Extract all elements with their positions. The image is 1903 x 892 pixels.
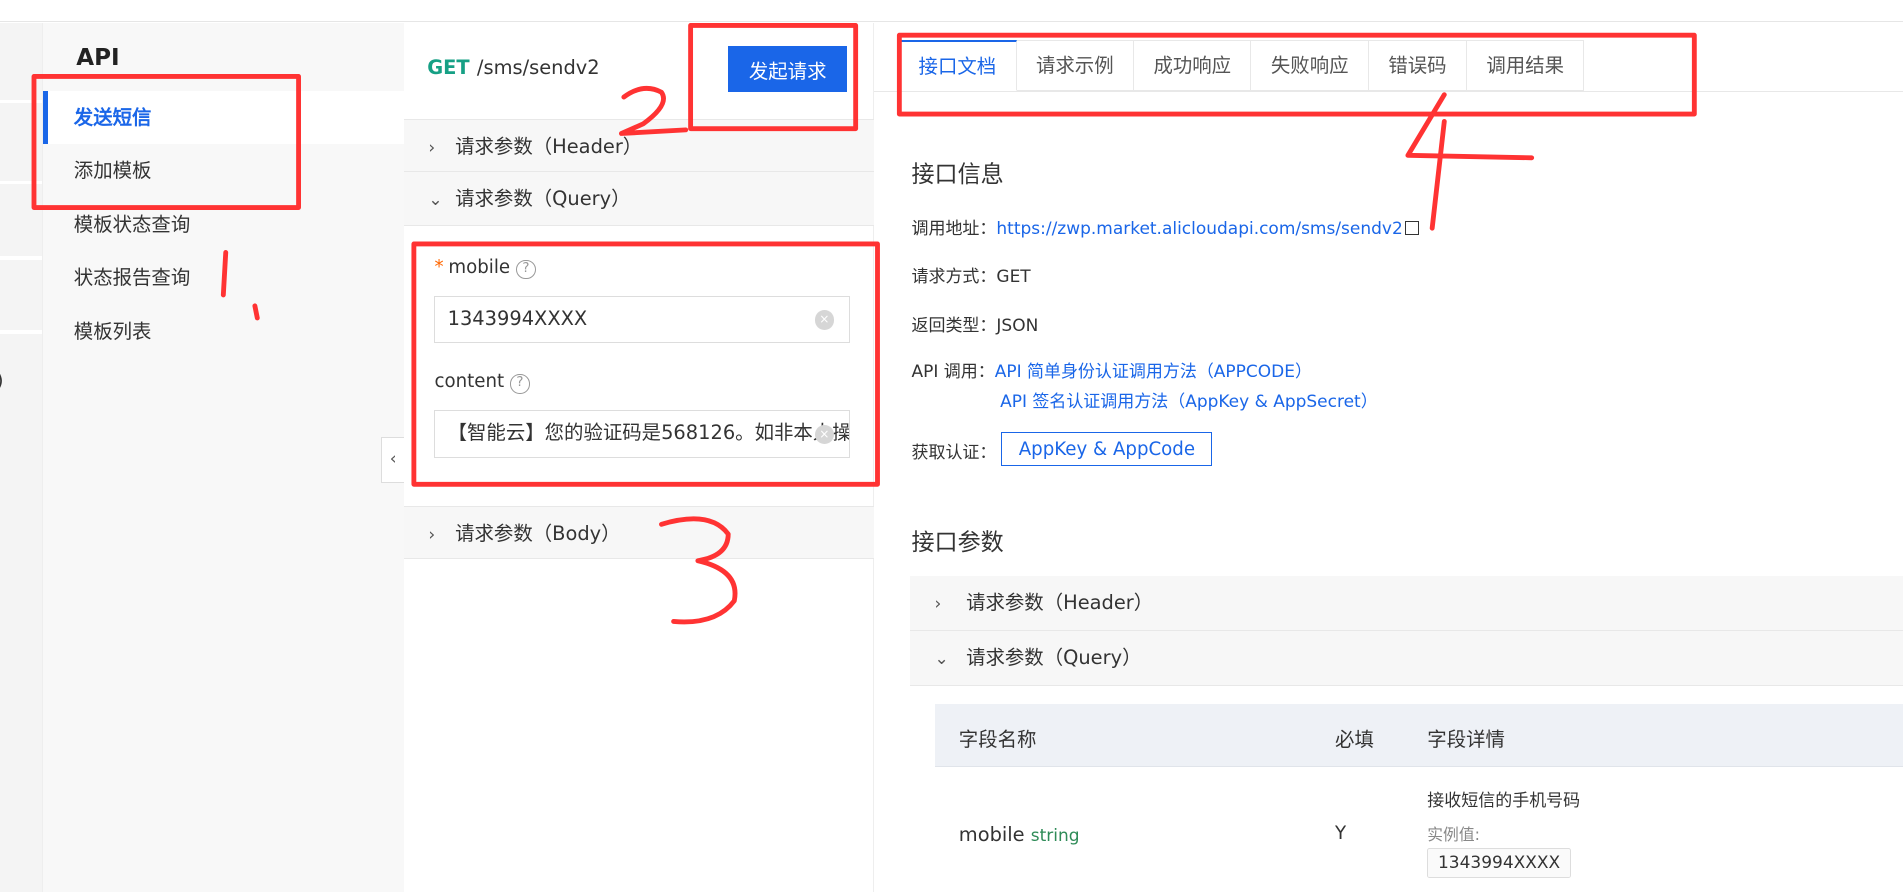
auth-label: 获取认证： xyxy=(911,438,996,463)
url-row: 调用地址：https://zwp.market.alicloudapi.com/… xyxy=(911,214,1418,239)
clear-icon[interactable]: × xyxy=(815,425,834,444)
tab-error-codes[interactable]: 错误码 xyxy=(1369,40,1467,91)
section-label: 请求参数（Query） xyxy=(966,646,1141,669)
row-label: 请求方式： xyxy=(911,267,996,287)
left-nav-strip: ) xyxy=(0,23,42,892)
col-header: 字段详情 xyxy=(1427,723,1505,752)
query-params-section[interactable]: ⌄请求参数（Query） xyxy=(404,172,874,225)
tab-call-result[interactable]: 调用结果 xyxy=(1467,40,1584,91)
chevron-right-icon: › xyxy=(935,577,967,632)
section-label: 请求参数（Body） xyxy=(455,522,620,545)
chevron-down-icon: ⌄ xyxy=(428,174,455,227)
chevron-down-icon: ⌄ xyxy=(935,632,967,687)
row-label: 返回类型： xyxy=(911,316,996,336)
appcode-auth-link[interactable]: API 简单身份认证调用方法（APPCODE） xyxy=(995,362,1312,382)
tab-success-response[interactable]: 成功响应 xyxy=(1134,40,1251,91)
field-name: mobile xyxy=(959,823,1025,846)
top-bar xyxy=(0,0,1903,22)
appkey-appcode-button[interactable]: AppKey & AppCode xyxy=(1001,432,1212,466)
content-input[interactable]: 【智能云】您的验证码是568126。如非本人操作，请忽略本短信× xyxy=(434,410,849,457)
sidebar-item-send-sms[interactable]: 发送短信 xyxy=(43,91,405,144)
sidebar-item-template-list[interactable]: 模板列表 xyxy=(43,305,405,358)
endpoint: GET/sms/sendv2 xyxy=(427,56,599,79)
mobile-input[interactable]: 1343994XXXX × xyxy=(434,296,849,343)
row-value: JSON xyxy=(996,316,1038,336)
table-row: mobile string Y 接收短信的手机号码 实例值: 1343994XX… xyxy=(935,767,1903,892)
tab-request-example[interactable]: 请求示例 xyxy=(1017,40,1134,91)
method-badge: GET xyxy=(427,56,469,79)
field-name: content xyxy=(434,371,504,392)
header-params-section[interactable]: ›请求参数（Header） xyxy=(404,119,874,172)
doc-tabs: 接口文档 请求示例 成功响应 失败响应 错误码 调用结果 xyxy=(898,40,1584,91)
doc-panel: 接口文档 请求示例 成功响应 失败响应 错误码 调用结果 接口信息 调用地址：h… xyxy=(874,23,1903,892)
tab-api-doc[interactable]: 接口文档 xyxy=(898,40,1016,91)
api-call-row: API 调用：API 简单身份认证调用方法（APPCODE） xyxy=(911,357,1311,382)
sidebar-item-template-status[interactable]: 模板状态查询 xyxy=(43,198,405,251)
field-type: string xyxy=(1031,826,1080,846)
help-icon[interactable]: ? xyxy=(510,374,529,393)
sidebar-title: API xyxy=(76,45,119,71)
api-url-link[interactable]: https://zwp.market.alicloudapi.com/sms/s… xyxy=(996,219,1402,239)
field-description: 接收短信的手机号码 xyxy=(1427,786,1580,811)
send-request-button[interactable]: 发起请求 xyxy=(728,46,847,92)
signature-auth-link[interactable]: API 签名认证调用方法（AppKey & AppSecret） xyxy=(1000,392,1378,412)
collapse-panel-button[interactable]: ‹ xyxy=(381,437,404,483)
clear-icon[interactable]: × xyxy=(815,310,834,329)
chevron-right-icon: › xyxy=(428,122,455,175)
endpoint-path: /sms/sendv2 xyxy=(477,56,600,79)
example-label: 实例值: xyxy=(1427,822,1480,845)
required-mark: * xyxy=(434,257,443,278)
row-value: GET xyxy=(996,267,1030,287)
api-call-row-2: API 签名认证调用方法（AppKey & AppSecret） xyxy=(1000,387,1378,412)
content-label: content? xyxy=(434,371,529,393)
field-cell: mobile string xyxy=(959,823,1080,846)
body-params-section[interactable]: ›请求参数（Body） xyxy=(404,506,874,559)
section-label: 请求参数（Query） xyxy=(455,187,630,210)
help-icon[interactable]: ? xyxy=(516,260,535,279)
example-value: 1343994XXXX xyxy=(1427,848,1571,877)
doc-header-section[interactable]: ›请求参数（Header） xyxy=(910,576,1903,631)
tab-failure-response[interactable]: 失败响应 xyxy=(1251,40,1368,91)
row-label: 调用地址： xyxy=(911,219,996,239)
params-heading: 接口参数 xyxy=(911,523,1003,557)
info-heading: 接口信息 xyxy=(911,155,1003,189)
col-header: 字段名称 xyxy=(959,723,1037,752)
col-header: 必填 xyxy=(1335,723,1374,752)
chevron-right-icon: › xyxy=(428,509,455,562)
params-table-header: 字段名称 必填 字段详情 xyxy=(935,704,1903,767)
section-label: 请求参数（Header） xyxy=(455,135,642,158)
section-label: 请求参数（Header） xyxy=(966,591,1153,614)
strip-glyph: ) xyxy=(0,371,3,392)
row-label: API 调用： xyxy=(911,362,994,382)
input-value: 1343994XXXX xyxy=(448,307,588,330)
sidebar-item-add-template[interactable]: 添加模板 xyxy=(43,144,405,197)
mobile-label: *mobile? xyxy=(434,257,535,279)
input-value: 【智能云】您的验证码是568126。如非本人操作，请忽略本短信 xyxy=(448,421,850,444)
return-type-row: 返回类型：JSON xyxy=(911,311,1038,336)
copy-icon[interactable] xyxy=(1405,221,1418,234)
field-name: mobile xyxy=(448,257,510,278)
doc-query-section[interactable]: ⌄请求参数（Query） xyxy=(910,631,1903,686)
api-sidebar: API 发送短信 添加模板 模板状态查询 状态报告查询 模板列表 xyxy=(42,23,404,892)
required-cell: Y xyxy=(1335,823,1346,844)
request-panel: GET/sms/sendv2 发起请求 ›请求参数（Header） ⌄请求参数（… xyxy=(404,23,874,892)
sidebar-item-status-report[interactable]: 状态报告查询 xyxy=(43,251,405,304)
method-row: 请求方式：GET xyxy=(911,262,1030,287)
